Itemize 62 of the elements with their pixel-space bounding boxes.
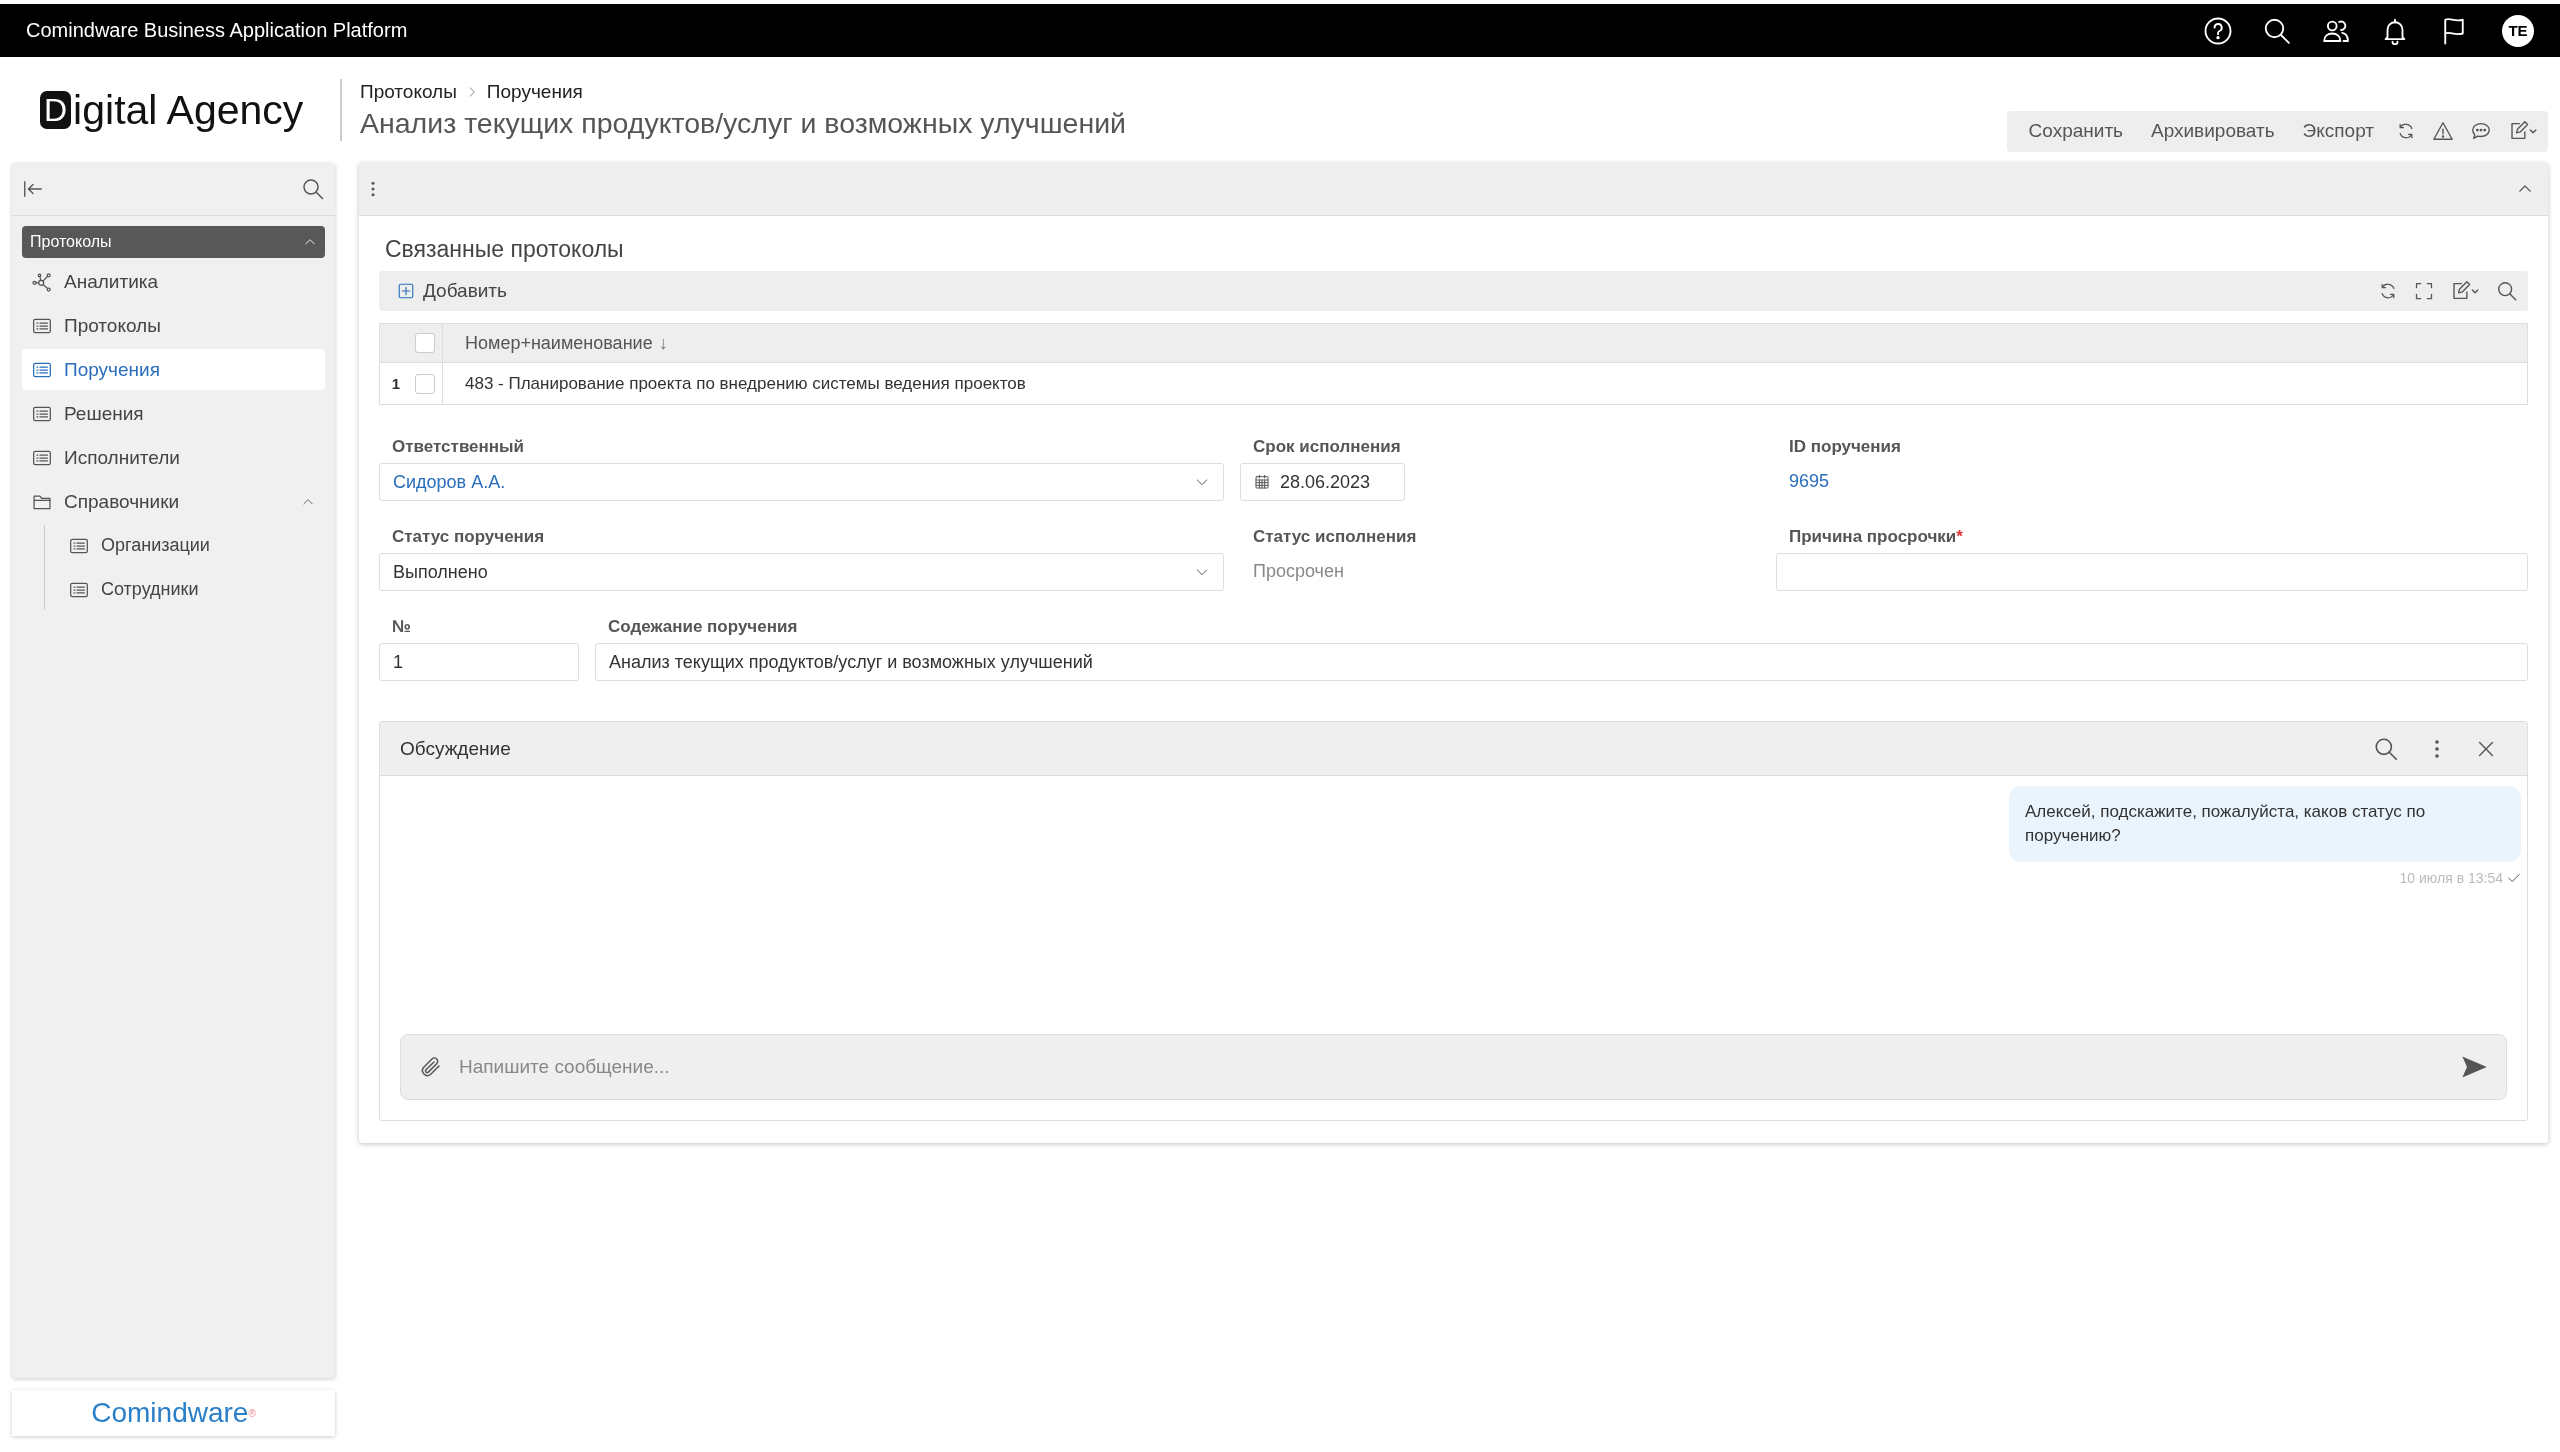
discussion-title: Обсуждение <box>400 737 511 760</box>
field-value: Просрочен <box>1252 560 1345 583</box>
breadcrumb-link[interactable]: Поручения <box>486 80 583 103</box>
checkbox[interactable] <box>415 333 435 353</box>
message-field[interactable]: Напишите сообщение... <box>400 1034 2507 1100</box>
sidebar-item[interactable]: Справочники <box>22 481 325 522</box>
checkbox[interactable] <box>415 373 435 394</box>
field-label: № <box>391 617 412 637</box>
sidebar-item[interactable]: Аналитика <box>22 261 325 302</box>
plus-icon <box>397 282 415 300</box>
edit-dropdown-icon[interactable] <box>2508 120 2538 142</box>
chat-icon[interactable] <box>2470 120 2492 142</box>
message-input[interactable]: Напишите сообщение... <box>457 1055 2446 1079</box>
message-bubble: Алексей, подскажите, пожалуйста, каков статус по поручению? <box>2009 786 2521 862</box>
date-field[interactable]: 28.06.2023 <box>1240 463 1405 501</box>
brand-logo: Comindware$^{®}$ <box>12 1390 335 1436</box>
field-label: Ответственный <box>391 437 526 457</box>
table-cell-text: 483 - Планирование проекта по внедрению системы ведения проектов <box>464 373 1026 394</box>
dropdown-field[interactable]: Выполнено <box>379 553 1224 591</box>
sidebar-item[interactable]: Сотрудники <box>59 569 325 610</box>
edit-dropdown-icon[interactable] <box>2450 280 2480 302</box>
sidebar-item[interactable]: Исполнители <box>22 437 325 478</box>
fullscreen-icon[interactable] <box>2414 281 2434 301</box>
help-icon[interactable] <box>2203 15 2233 46</box>
section-title: Связанные протоколы <box>384 236 625 263</box>
search-icon[interactable] <box>2373 735 2399 762</box>
toolbar-button[interactable]: Архивировать <box>2145 120 2281 142</box>
search-icon[interactable] <box>2496 280 2518 302</box>
field-label: Статус поручения <box>391 527 546 547</box>
message-time: 10 июля в 13:54 <box>2399 870 2503 886</box>
calendar-icon <box>1254 474 1270 490</box>
column-header[interactable]: Номер+наименование ↓ <box>443 332 668 354</box>
field-label: Статус исполнения <box>1252 527 1418 547</box>
field-label: Содежание поручения <box>607 617 799 637</box>
sidebar-item[interactable]: Поручения <box>22 349 325 390</box>
toolbar-button[interactable]: Экспорт <box>2296 120 2380 142</box>
sidebar-item[interactable]: Решения <box>22 393 325 434</box>
sidebar-item[interactable]: Организации <box>59 525 325 566</box>
warning-icon[interactable] <box>2432 120 2454 142</box>
search-icon[interactable] <box>301 177 325 201</box>
field-label: Причина просрочки* <box>1788 527 1964 547</box>
input-field[interactable]: 1 <box>379 643 579 681</box>
page-title: Анализ текущих продуктов/услуг и возможных улучшений <box>360 106 1127 140</box>
logo-mark: D <box>40 91 72 129</box>
user-avatar[interactable]: TE <box>2502 14 2534 47</box>
logo-text: igital Agency <box>73 86 304 134</box>
id-link[interactable]: 9695 <box>1776 463 2528 500</box>
input-field[interactable] <box>1776 553 2528 591</box>
collapse-icon[interactable] <box>22 178 44 200</box>
row-number: 1 <box>391 375 401 392</box>
section-header[interactable]: Протоколы <box>22 226 325 258</box>
app-title: Comindware Business Application Platform <box>26 19 408 42</box>
dropdown-field[interactable]: Сидоров А.А. <box>379 463 1224 501</box>
sidebar-item[interactable]: Протоколы <box>22 305 325 346</box>
breadcrumb-link[interactable]: Протоколы <box>360 80 457 103</box>
field-label: Срок исполнения <box>1252 437 1402 457</box>
toolbar-button[interactable]: Сохранить <box>2022 120 2129 142</box>
input-field[interactable]: Анализ текущих продуктов/услуг и возможных улучшений <box>595 643 2528 681</box>
add-button[interactable]: Добавить <box>397 280 507 302</box>
network-icon <box>32 271 52 292</box>
paperclip-icon[interactable] <box>419 1055 443 1079</box>
field-label: ID поручения <box>1788 437 1902 457</box>
